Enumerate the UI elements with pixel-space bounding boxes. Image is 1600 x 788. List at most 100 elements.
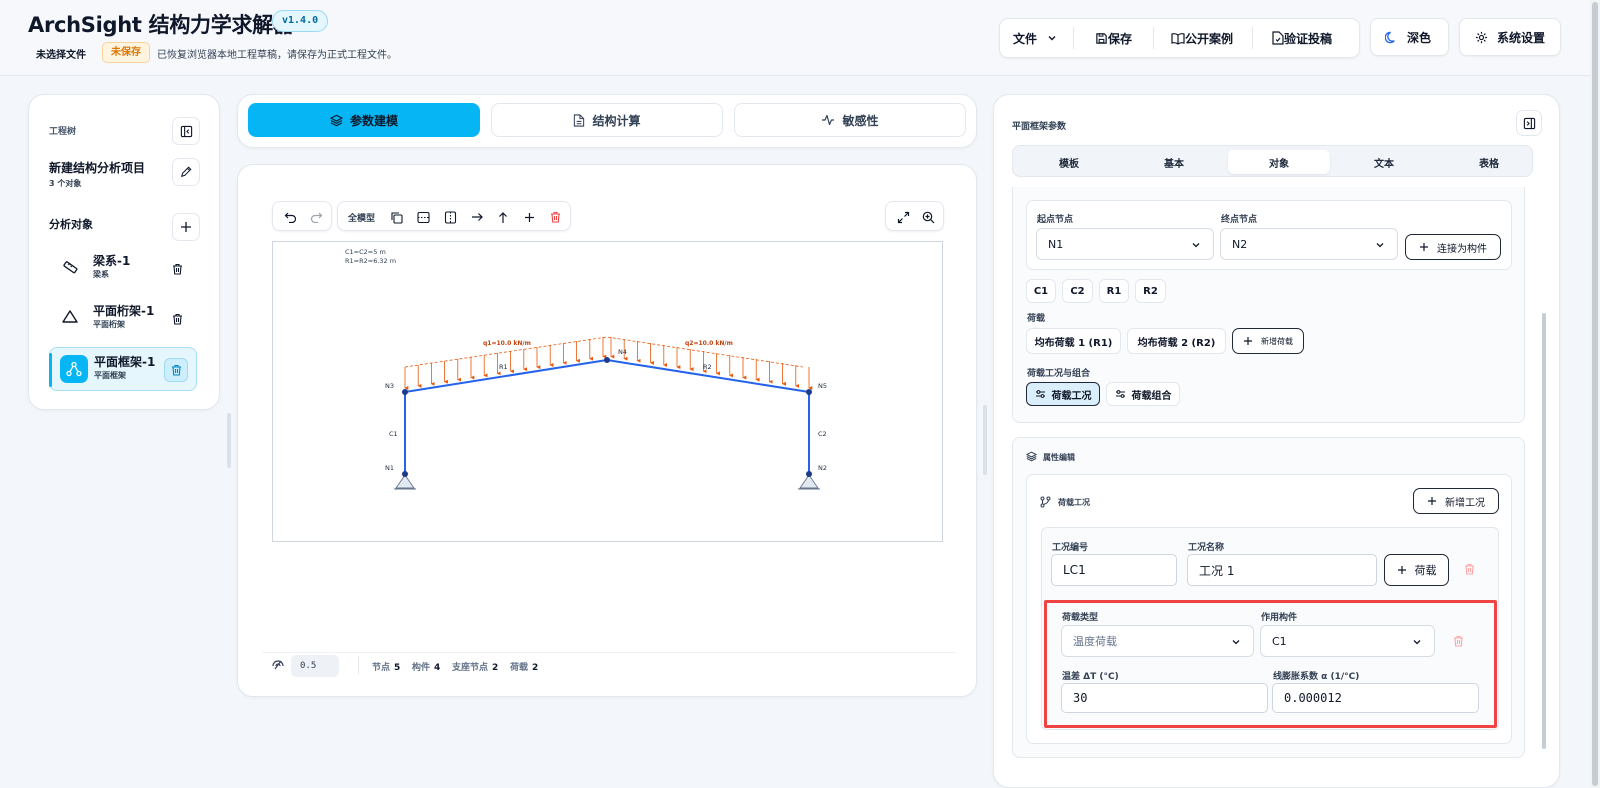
tree-item-frame-selected[interactable]: 平面框架-1 平面框架 xyxy=(49,347,197,391)
split-vertical-button[interactable] xyxy=(442,209,458,225)
temp-diff-input[interactable]: 30 xyxy=(1061,683,1268,713)
page-scrollbar-track[interactable] xyxy=(1590,0,1600,788)
plus-icon xyxy=(1243,336,1253,346)
subtab-objects[interactable]: 对象 xyxy=(1228,150,1330,174)
node-n1[interactable] xyxy=(402,471,408,477)
model-canvas[interactable]: C1=C2=5 m R1=R2=6.32 m q1=10.0 kN/m q2=1… xyxy=(272,241,943,542)
add-load-button[interactable]: 新增荷载 xyxy=(1232,328,1304,354)
delete-load-button[interactable] xyxy=(1453,635,1464,647)
undo-button[interactable] xyxy=(282,209,298,225)
acting-member-label: 作用构件 xyxy=(1261,613,1298,623)
copy-button[interactable] xyxy=(388,209,404,225)
stat-members: 构件 4 xyxy=(412,660,440,673)
fit-view-button[interactable] xyxy=(895,209,911,225)
load-type-select[interactable]: 温度荷载 xyxy=(1061,625,1254,657)
trash-icon xyxy=(172,263,183,275)
case-name-input[interactable]: 工况 1 xyxy=(1187,554,1377,586)
tree-item-beam[interactable]: 梁系-1 梁系 xyxy=(49,247,197,291)
tab-parametric-modeling[interactable]: 参数建模 xyxy=(248,103,480,137)
member-chip[interactable]: C1 xyxy=(1026,279,1056,303)
plus-icon xyxy=(1427,496,1437,506)
case-id-input[interactable]: LC1 xyxy=(1051,554,1177,586)
add-object-button[interactable] xyxy=(172,213,200,241)
load-chip[interactable]: 均布荷载 2 (R2) xyxy=(1127,328,1226,354)
subtab-templates[interactable]: 模板 xyxy=(1018,150,1120,174)
page-scrollbar-thumb[interactable] xyxy=(1592,2,1598,786)
expansion-coef-input[interactable]: 0.000012 xyxy=(1272,683,1479,713)
properties-panel-title: 平面框架参数 xyxy=(1012,122,1067,132)
node-n2[interactable] xyxy=(806,471,812,477)
subtab-table[interactable]: 表格 xyxy=(1438,150,1540,174)
load-cases-toggle[interactable]: 荷载工况 xyxy=(1026,382,1100,406)
load-case-row: 工况编号 LC1 工况名称 工况 1 荷载 荷载类型 温度荷载 作用构件 C1 … xyxy=(1041,527,1499,730)
acting-member-select[interactable]: C1 xyxy=(1260,625,1435,657)
verify-submit-button[interactable]: 验证投稿 xyxy=(1272,19,1332,57)
gear-icon xyxy=(1475,31,1488,44)
load-label-q2: q2=10.0 kN/m xyxy=(685,340,733,347)
property-editor-title: 属性编辑 xyxy=(1043,453,1075,462)
member-chip[interactable]: C2 xyxy=(1062,279,1093,303)
header-action-group: 文件 保存 公开案例 验证投稿 xyxy=(999,18,1360,58)
add-load-to-case-button[interactable]: 荷载 xyxy=(1384,554,1449,586)
left-resize-handle[interactable] xyxy=(227,413,231,468)
delete-element-button[interactable] xyxy=(547,209,563,225)
arrow-right-icon xyxy=(471,211,484,223)
redo-button[interactable] xyxy=(308,209,324,225)
subtab-text[interactable]: 文本 xyxy=(1333,150,1435,174)
connect-member-label: 连接为构件 xyxy=(1437,243,1487,255)
dark-mode-button[interactable]: 深色 xyxy=(1370,18,1449,56)
arrow-up-button[interactable] xyxy=(495,209,511,225)
add-load-case-button[interactable]: 新增工况 xyxy=(1413,488,1499,514)
add-load-to-case-label: 荷载 xyxy=(1414,564,1437,577)
top-bar: ArchSight 结构力学求解器 v1.4.0 未选择文件 未保存 已恢复浏览… xyxy=(0,0,1600,76)
member-chip[interactable]: R2 xyxy=(1135,279,1166,303)
collapse-sidebar-button[interactable] xyxy=(172,117,200,145)
edit-project-button[interactable] xyxy=(172,158,200,186)
load-chip[interactable]: 均布荷载 1 (R1) xyxy=(1026,328,1121,354)
arrow-up-icon xyxy=(497,211,509,224)
delete-case-button[interactable] xyxy=(1464,563,1475,575)
stat-label: 荷载 xyxy=(510,663,529,673)
subtab-basic[interactable]: 基本 xyxy=(1123,150,1225,174)
node-n5[interactable] xyxy=(806,389,812,395)
load-combos-toggle[interactable]: 荷载组合 xyxy=(1106,382,1180,406)
right-resize-handle[interactable] xyxy=(983,405,987,475)
end-node-select[interactable]: N2 xyxy=(1220,228,1398,260)
tree-item-truss[interactable]: 平面桁架-1 平面桁架 xyxy=(49,297,197,341)
chevron-down-icon xyxy=(1047,33,1057,43)
collapse-right-panel-button[interactable] xyxy=(1516,110,1542,136)
case-name-label: 工况名称 xyxy=(1188,543,1225,553)
arrow-right-button[interactable] xyxy=(469,209,485,225)
scale-input[interactable]: 0.5 xyxy=(291,655,339,677)
tab-sensitivity[interactable]: 敏感性 xyxy=(734,103,966,137)
full-model-button[interactable]: 全模型 xyxy=(348,211,375,224)
member-chip[interactable]: R1 xyxy=(1099,279,1129,303)
public-cases-button[interactable]: 公开案例 xyxy=(1171,19,1233,57)
public-cases-label: 公开案例 xyxy=(1185,31,1234,46)
file-menu-button[interactable]: 文件 xyxy=(1013,19,1057,57)
properties-scrollbar-thumb[interactable] xyxy=(1542,313,1546,749)
load-combos-label: 荷载组合 xyxy=(1131,390,1172,402)
start-node-value: N1 xyxy=(1048,237,1064,251)
tree-item-type: 平面桁架 xyxy=(93,320,125,329)
start-node-select[interactable]: N1 xyxy=(1036,228,1214,260)
node-label-n5: N5 xyxy=(818,382,827,390)
member-section-card: 起点节点 N1 终点节点 N2 连接为构件 C1 C2 R1 R2 荷载 均布荷… xyxy=(1012,187,1525,423)
file-check-icon xyxy=(1272,31,1284,45)
delete-object-button[interactable] xyxy=(165,307,189,331)
connect-member-button[interactable]: 连接为构件 xyxy=(1405,234,1501,260)
zoom-in-button[interactable] xyxy=(920,209,936,225)
dim-line-1: C1=C2=5 m xyxy=(345,248,386,256)
add-node-button[interactable] xyxy=(521,209,537,225)
delete-object-button[interactable] xyxy=(164,358,188,382)
node-n4[interactable] xyxy=(604,357,610,363)
node-n3[interactable] xyxy=(402,389,408,395)
tab-structural-calc[interactable]: 结构计算 xyxy=(491,103,723,137)
save-button[interactable]: 保存 xyxy=(1095,19,1132,57)
split-horizontal-button[interactable] xyxy=(415,209,431,225)
history-toolbar xyxy=(272,201,332,231)
settings-button[interactable]: 系统设置 xyxy=(1459,18,1561,56)
delete-object-button[interactable] xyxy=(165,257,189,281)
start-node-label: 起点节点 xyxy=(1037,215,1074,225)
end-node-label: 终点节点 xyxy=(1221,215,1258,225)
